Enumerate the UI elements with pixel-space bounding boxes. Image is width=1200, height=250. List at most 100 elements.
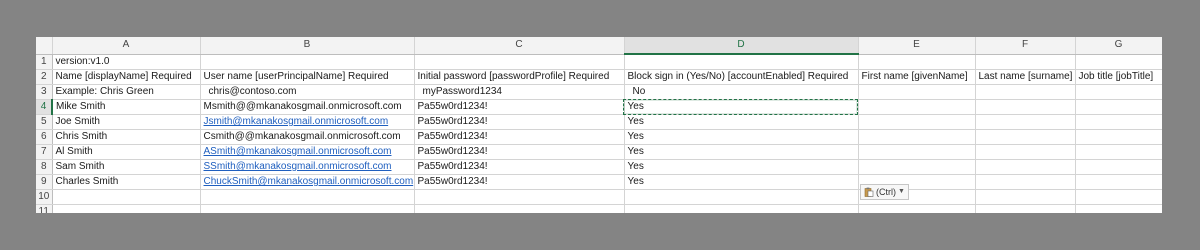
cell-b3[interactable]: chris@contoso.com [200,84,415,100]
row-header[interactable]: 11 [36,204,53,213]
cell-f7[interactable] [975,144,1076,160]
row-header[interactable]: 3 [36,84,53,100]
column-header-f[interactable]: F [975,37,1076,55]
paste-options-button[interactable]: (Ctrl) ▼ [860,183,909,200]
cell-e6[interactable] [858,129,976,145]
hyperlink-text[interactable]: Jsmith@mkanakosgmail.onmicrosoft.com [204,116,389,127]
cell-e4[interactable] [858,99,976,115]
cell-b4[interactable]: Msmith@@mkanakosgmail.onmicrosoft.com [200,99,415,115]
cell-b7[interactable]: ASmith@mkanakosgmail.onmicrosoft.com [200,144,415,160]
cell-b10[interactable] [200,189,415,205]
cell-b5[interactable]: Jsmith@mkanakosgmail.onmicrosoft.com [200,114,415,130]
cell-c2[interactable]: Initial password [passwordProfile] Requi… [414,69,625,85]
cell-a8[interactable]: Sam Smith [52,159,201,175]
cell-d3[interactable]: No [624,84,859,100]
cell-e3[interactable] [858,84,976,100]
cell-c11[interactable] [414,204,625,213]
cell-a1[interactable]: version:v1.0 [52,54,201,70]
cell-a10[interactable] [52,189,201,205]
cell-c5[interactable]: Pa55w0rd1234! [414,114,625,130]
cell-a7[interactable]: Al Smith [52,144,201,160]
cell-a9[interactable]: Charles Smith [52,174,201,190]
cell-a3[interactable]: Example: Chris Green [52,84,201,100]
cell-e2[interactable]: First name [givenName] [858,69,976,85]
cell-b1[interactable] [200,54,415,70]
cell-f10[interactable] [975,189,1076,205]
cell-c10[interactable] [414,189,625,205]
cell-a4[interactable]: Mike Smith [52,99,201,115]
hyperlink-text[interactable]: ASmith@mkanakosgmail.onmicrosoft.com [204,146,392,157]
cell-b2[interactable]: User name [userPrincipalName] Required [200,69,415,85]
cell-d4[interactable]: Yes [624,99,859,115]
cell-e7[interactable] [858,144,976,160]
row-header[interactable]: 9 [36,174,53,190]
cell-a11[interactable] [52,204,201,213]
cell-b9[interactable]: ChuckSmith@mkanakosgmail.onmicrosoft.com [200,174,415,190]
cell-b6[interactable]: Csmith@@mkanakosgmail.onmicrosoft.com [200,129,415,145]
cell-e11[interactable] [858,204,976,213]
cell-g8[interactable] [1075,159,1162,175]
cell-d2[interactable]: Block sign in (Yes/No) [accountEnabled] … [624,69,859,85]
column-header-c[interactable]: C [414,37,625,55]
cell-c1[interactable] [414,54,625,70]
cell-g10[interactable] [1075,189,1162,205]
row-header[interactable]: 5 [36,114,53,130]
cell-d7[interactable]: Yes [624,144,859,160]
cell-g4[interactable] [1075,99,1162,115]
cell-c6[interactable]: Pa55w0rd1234! [414,129,625,145]
cell-g11[interactable] [1075,204,1162,213]
cell-d5[interactable]: Yes [624,114,859,130]
cell-g1[interactable] [1075,54,1162,70]
cell-f1[interactable] [975,54,1076,70]
cell-c7[interactable]: Pa55w0rd1234! [414,144,625,160]
hyperlink-text[interactable]: ChuckSmith@mkanakosgmail.onmicrosoft.com [204,176,414,187]
row-header[interactable]: 2 [36,69,53,85]
cell-text: Name [displayName] Required [55,71,192,82]
row-header[interactable]: 10 [36,189,53,205]
row-header[interactable]: 8 [36,159,53,175]
column-header-d[interactable]: D [624,37,859,55]
cell-e5[interactable] [858,114,976,130]
cell-b8[interactable]: SSmith@mkanakosgmail.onmicrosoft.com [200,159,415,175]
cell-d6[interactable]: Yes [624,129,859,145]
cell-d1[interactable] [624,54,859,70]
cell-g6[interactable] [1075,129,1162,145]
hyperlink-text[interactable]: SSmith@mkanakosgmail.onmicrosoft.com [204,161,392,172]
cell-f6[interactable] [975,129,1076,145]
cell-d10[interactable] [624,189,859,205]
cell-g9[interactable] [1075,174,1162,190]
column-header-g[interactable]: G [1075,37,1162,55]
cell-f9[interactable] [975,174,1076,190]
cell-b11[interactable] [200,204,415,213]
column-header-a[interactable]: A [52,37,201,55]
cell-g2[interactable]: Job title [jobTitle] [1075,69,1162,85]
cell-e8[interactable] [858,159,976,175]
row-header[interactable]: 6 [36,129,53,145]
cell-g7[interactable] [1075,144,1162,160]
cell-g3[interactable] [1075,84,1162,100]
cell-f11[interactable] [975,204,1076,213]
cell-c3[interactable]: myPassword1234 [414,84,625,100]
cell-f3[interactable] [975,84,1076,100]
cell-e1[interactable] [858,54,976,70]
cell-d11[interactable] [624,204,859,213]
cell-a6[interactable]: Chris Smith [52,129,201,145]
cell-d8[interactable]: Yes [624,159,859,175]
cell-f2[interactable]: Last name [surname] [975,69,1076,85]
select-all-corner[interactable] [36,37,53,55]
cell-f5[interactable] [975,114,1076,130]
row-header[interactable]: 4 [36,99,53,115]
row-header[interactable]: 7 [36,144,53,160]
row-header[interactable]: 1 [36,54,53,70]
cell-f4[interactable] [975,99,1076,115]
column-header-b[interactable]: B [200,37,415,55]
cell-c9[interactable]: Pa55w0rd1234! [414,174,625,190]
cell-c8[interactable]: Pa55w0rd1234! [414,159,625,175]
cell-a5[interactable]: Joe Smith [52,114,201,130]
cell-g5[interactable] [1075,114,1162,130]
column-header-e[interactable]: E [858,37,976,55]
cell-f8[interactable] [975,159,1076,175]
cell-a2[interactable]: Name [displayName] Required [52,69,201,85]
cell-d9[interactable]: Yes [624,174,859,190]
cell-c4[interactable]: Pa55w0rd1234! [414,99,625,115]
